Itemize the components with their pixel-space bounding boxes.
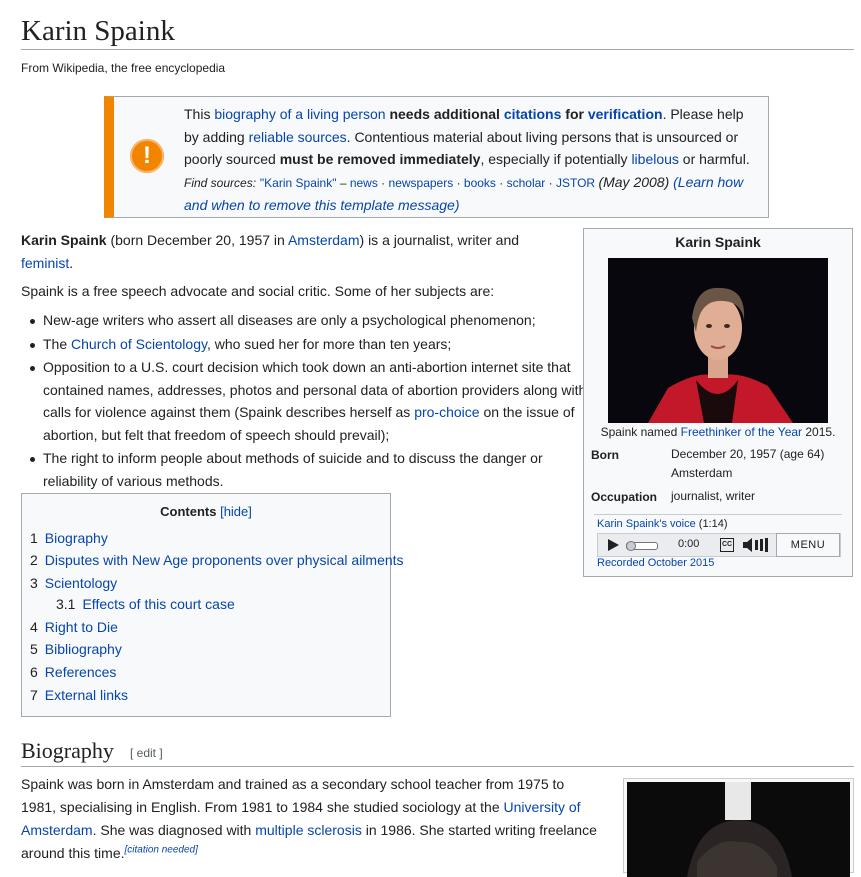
toc-item[interactable]: 3 Scientology bbox=[30, 575, 117, 591]
occupation-value: journalist, writer bbox=[671, 489, 756, 503]
infobox-title: Karin Spaink bbox=[675, 234, 761, 250]
list-item: The right to inform people about methods… bbox=[30, 447, 588, 492]
article-page: Karin Spaink From Wikipedia, the free en… bbox=[0, 0, 861, 877]
toc-item[interactable]: 7 External links bbox=[30, 687, 128, 703]
toc-item[interactable]: 4 Right to Die bbox=[30, 619, 118, 635]
scientology-link[interactable]: Church of Scientology bbox=[71, 336, 207, 352]
pro-choice-link[interactable]: pro-choice bbox=[414, 404, 479, 420]
site-tagline: From Wikipedia, the free encyclopedia bbox=[21, 61, 226, 75]
audio-file-link[interactable]: Karin Spaink's voice bbox=[597, 518, 696, 530]
find-source-link[interactable]: scholar bbox=[507, 176, 546, 190]
toc-item[interactable]: 3.1 Effects of this court case bbox=[56, 596, 235, 612]
citation-needed-link[interactable]: [citation needed] bbox=[125, 844, 198, 855]
portrait-image[interactable] bbox=[608, 258, 828, 423]
citations-link[interactable]: citations bbox=[504, 106, 562, 122]
section-divider bbox=[21, 766, 854, 767]
toc-title: Contents [hide] bbox=[160, 504, 252, 519]
page-title: Karin Spaink bbox=[21, 15, 175, 47]
portrait-illustration bbox=[608, 258, 828, 423]
title-divider bbox=[21, 49, 854, 50]
occupation-label: Occupation bbox=[591, 490, 658, 504]
audio-player: 0:00 CC MENU bbox=[597, 533, 841, 557]
portrait-caption: Spaink named Freethinker of the Year 201… bbox=[600, 425, 836, 439]
biography-thumbnail[interactable] bbox=[623, 778, 854, 877]
play-icon[interactable] bbox=[608, 539, 619, 551]
toc-item[interactable]: 5 Bibliography bbox=[30, 641, 122, 657]
born-label: Born bbox=[591, 448, 619, 462]
biography-paragraph: Spaink was born in Amsterdam and trained… bbox=[21, 776, 597, 861]
multiple-sclerosis-link[interactable]: multiple sclerosis bbox=[255, 822, 362, 838]
notice-text: This biography of a living person needs … bbox=[184, 106, 750, 213]
find-sources-label: Find sources: bbox=[184, 175, 257, 190]
notice-date: (May 2008) bbox=[598, 173, 670, 190]
seek-slider[interactable] bbox=[626, 541, 658, 551]
find-source-link[interactable]: newspapers bbox=[389, 176, 454, 190]
reliable-sources-link[interactable]: reliable sources bbox=[249, 129, 347, 145]
born-value: December 20, 1957 (age 64) Amsterdam bbox=[671, 447, 825, 480]
volume-icon[interactable] bbox=[743, 538, 771, 552]
list-item: The Church of Scientology, who sued her … bbox=[30, 333, 588, 356]
time-display: 0:00 bbox=[678, 538, 700, 550]
list-item: New-age writers who assert all diseases … bbox=[30, 309, 588, 332]
find-source-link[interactable]: "Karin Spaink" bbox=[260, 176, 337, 190]
amsterdam-link[interactable]: Amsterdam bbox=[288, 232, 360, 248]
subjects-list: New-age writers who assert all diseases … bbox=[21, 309, 588, 493]
infobox: Karin Spaink Spaink named Freethinker of… bbox=[583, 228, 853, 577]
libelous-link[interactable]: libelous bbox=[631, 151, 678, 167]
captions-icon[interactable]: CC bbox=[720, 538, 734, 552]
exclamation-icon: ! bbox=[130, 139, 164, 173]
find-source-link[interactable]: news bbox=[350, 176, 378, 190]
find-source-link[interactable]: books bbox=[464, 176, 496, 190]
lead-paragraph: Karin Spaink (born December 20, 1957 in … bbox=[21, 232, 520, 271]
table-of-contents: Contents [hide] 1 Biography 2 Disputes wit… bbox=[21, 493, 404, 717]
find-source-link[interactable]: JSTOR bbox=[556, 176, 595, 190]
subjects-intro: Spaink is a free speech advocate and soc… bbox=[21, 283, 495, 299]
toc-item[interactable]: 6 References bbox=[30, 664, 116, 680]
feminist-link[interactable]: feminist bbox=[21, 255, 69, 271]
audio-title: Karin Spaink's voice (1:14) bbox=[597, 518, 728, 530]
toc-item[interactable]: 2 Disputes with New Age proponents over p… bbox=[30, 552, 404, 568]
toc-hide-link[interactable]: [hide] bbox=[220, 504, 252, 519]
toc-item[interactable]: 1 Biography bbox=[30, 530, 108, 546]
recorded-link[interactable]: Recorded October 2015 bbox=[597, 557, 714, 569]
verification-link[interactable]: verification bbox=[588, 106, 663, 122]
player-menu-button[interactable]: MENU bbox=[776, 533, 840, 557]
citation-notice-box: ! This biography of a living person need… bbox=[104, 96, 769, 218]
section-heading-biography: Biography bbox=[21, 738, 114, 763]
living-person-link[interactable]: biography of a living person bbox=[214, 106, 385, 122]
edit-section-link[interactable]: [ edit ] bbox=[130, 746, 163, 760]
freethinker-link[interactable]: Freethinker of the Year bbox=[681, 425, 802, 439]
list-item: Opposition to a U.S. court decision whic… bbox=[30, 356, 588, 446]
audio-section: Karin Spaink's voice (1:14) 0:00 CC MENU… bbox=[594, 514, 842, 569]
